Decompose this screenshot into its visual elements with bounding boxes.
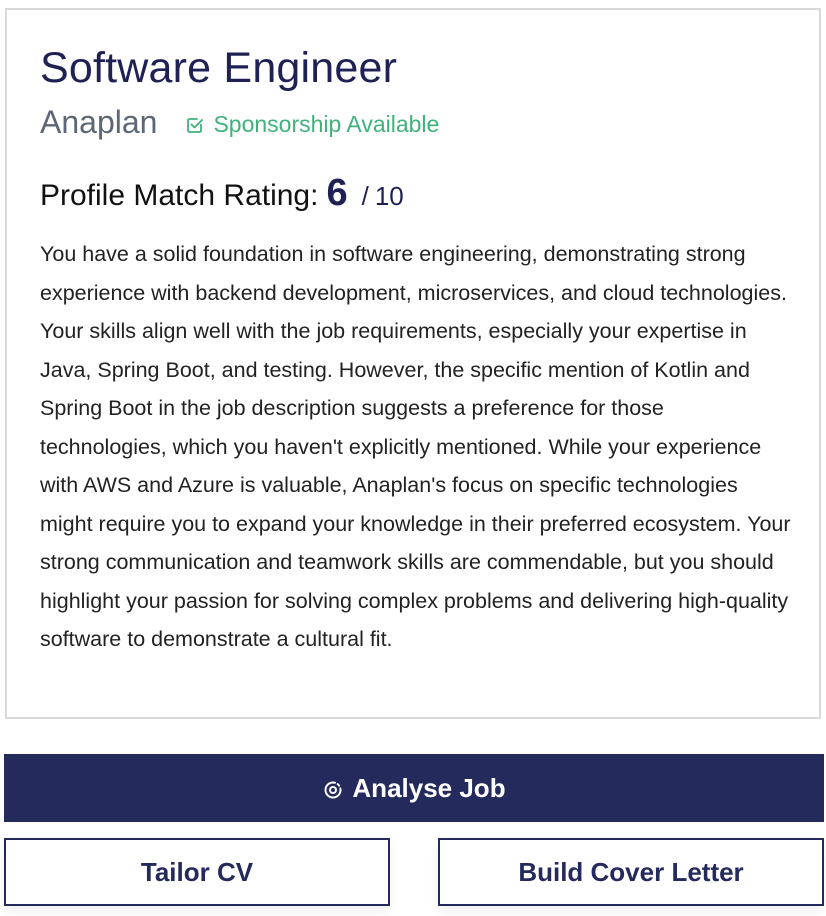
company-name: Anaplan xyxy=(40,104,158,140)
rating-max: 10 xyxy=(374,181,404,211)
build-cover-letter-button[interactable]: Build Cover Letter xyxy=(438,838,824,906)
sponsorship-label: Sponsorship Available xyxy=(213,111,440,137)
match-summary: You have a solid foundation in software … xyxy=(40,242,791,651)
job-title: Software Engineer xyxy=(40,44,398,92)
rating-separator: / xyxy=(361,181,369,211)
rating-label: Profile Match Rating: xyxy=(40,179,319,212)
sponsorship-badge: Sponsorship Available xyxy=(185,111,439,138)
target-scan-icon xyxy=(324,781,342,798)
rating-score: 6 xyxy=(326,172,348,214)
job-match-panel: Software Engineer Anaplan Sponsorship Av… xyxy=(0,0,826,916)
check-square-icon xyxy=(187,117,204,133)
profile-match-rating: Profile Match Rating: 6 / 10 xyxy=(40,172,404,215)
tailor-cv-button[interactable]: Tailor CV xyxy=(4,838,390,906)
analyse-job-button[interactable]: Analyse Job xyxy=(4,754,824,822)
company-row: Anaplan Sponsorship Available xyxy=(40,104,439,141)
job-match-card: Software Engineer Anaplan Sponsorship Av… xyxy=(5,8,821,719)
analyse-job-label: Analyse Job xyxy=(352,772,506,803)
